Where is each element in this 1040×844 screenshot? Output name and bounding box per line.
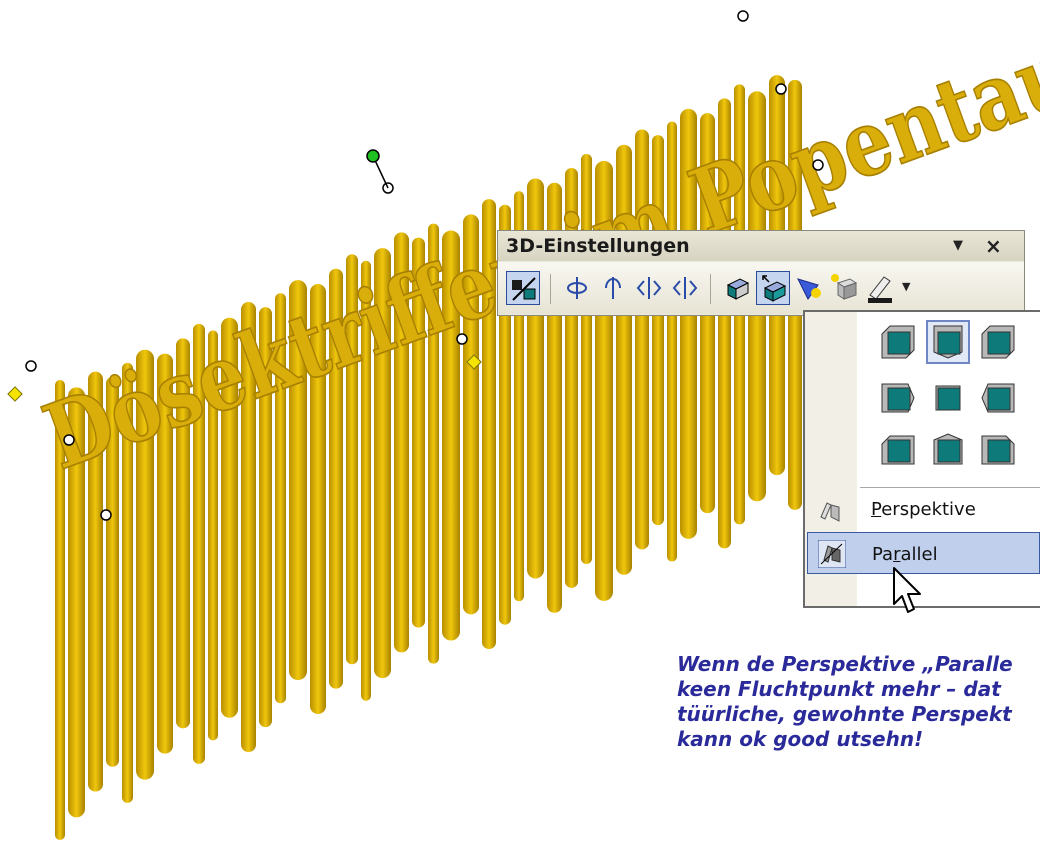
tilt-right-icon: [672, 277, 698, 299]
extrusion-direction-icon: [881, 383, 915, 413]
resize-handle[interactable]: [775, 83, 787, 95]
tilt-up-icon: [605, 277, 621, 299]
caption-line: tüürliche, gewohnte Perspekt: [677, 702, 1012, 726]
direction-menu[interactable]: Perspektive Parallel: [803, 310, 1040, 608]
lighting-button[interactable]: [792, 271, 826, 305]
adjust-handle[interactable]: [7, 386, 23, 402]
resize-handle[interactable]: [100, 509, 112, 521]
resize-handle[interactable]: [812, 159, 824, 171]
depth-button[interactable]: [720, 271, 754, 305]
caption-text: Wenn de Perspektive „Paralle keen Flucht…: [677, 652, 1040, 752]
caption-line: Wenn de Perspektive „Paralle: [677, 652, 1013, 676]
tilt-down-icon: [567, 277, 587, 299]
tilt-left-button[interactable]: [632, 271, 666, 305]
direction-icon: [762, 275, 787, 302]
3d-color-button[interactable]: [864, 271, 898, 305]
3d-color-dropdown-arrow[interactable]: ▼: [902, 280, 910, 293]
resize-handle[interactable]: [25, 360, 37, 372]
extrusion-direction-icon: [881, 435, 915, 465]
menu-item-perspective-label: Perspektive: [871, 499, 976, 520]
toolbar-buttons: ▼: [498, 262, 1024, 314]
extrusion-direction-icon: [981, 325, 1015, 359]
direction-option[interactable]: [926, 320, 970, 364]
3d-settings-toolbar[interactable]: 3D-Einstellungen ▼ × ▼: [497, 230, 1025, 316]
depth-icon: [726, 278, 750, 300]
resize-handle[interactable]: [456, 333, 468, 345]
toolbar-title-text: 3D-Einstellungen: [506, 235, 690, 257]
parallel-icon: [818, 540, 846, 568]
close-icon[interactable]: ×: [985, 231, 1002, 261]
direction-button[interactable]: [756, 271, 790, 305]
extrusion-direction-icon: [933, 433, 963, 465]
extrusion-direction-icon: [933, 325, 963, 359]
direction-option[interactable]: [978, 378, 1018, 418]
dropdown-triangle-icon[interactable]: ▼: [953, 231, 963, 261]
direction-option[interactable]: [978, 430, 1018, 470]
3d-toggle-button[interactable]: [506, 271, 540, 305]
3d-toggle-icon: [512, 277, 536, 301]
resize-handle[interactable]: [737, 10, 749, 22]
direction-option[interactable]: [878, 378, 918, 418]
perspective-icon: [820, 502, 840, 522]
tilt-left-icon: [636, 277, 662, 299]
direction-option[interactable]: [978, 322, 1018, 362]
tilt-down-button[interactable]: [560, 271, 594, 305]
direction-option[interactable]: [928, 378, 968, 418]
menu-item-parallel-label: Parallel: [872, 544, 938, 565]
extrusion-direction-icon: [981, 435, 1015, 465]
surface-icon: [831, 274, 858, 300]
rotation-handle[interactable]: [366, 149, 380, 163]
direction-option[interactable]: [928, 430, 968, 470]
lighting-icon: [797, 278, 821, 300]
caption-line: kann ok good utsehn!: [677, 727, 924, 751]
direction-option[interactable]: [878, 322, 918, 362]
toolbar-title[interactable]: 3D-Einstellungen ▼ ×: [498, 231, 1024, 261]
tilt-up-button[interactable]: [596, 271, 630, 305]
extrusion-direction-icon: [881, 325, 915, 359]
tilt-right-button[interactable]: [668, 271, 702, 305]
3d-color-icon: [868, 276, 892, 303]
resize-handle[interactable]: [63, 434, 75, 446]
extrusion-direction-icon: [981, 383, 1015, 413]
mouse-pointer-icon: [893, 567, 921, 613]
extrusion-direction-icon: [935, 385, 961, 411]
caption-line: keen Fluchtpunkt mehr – dat: [677, 677, 1001, 701]
direction-option[interactable]: [878, 430, 918, 470]
menu-item-perspective[interactable]: Perspektive: [807, 488, 1040, 532]
surface-button[interactable]: [828, 271, 862, 305]
